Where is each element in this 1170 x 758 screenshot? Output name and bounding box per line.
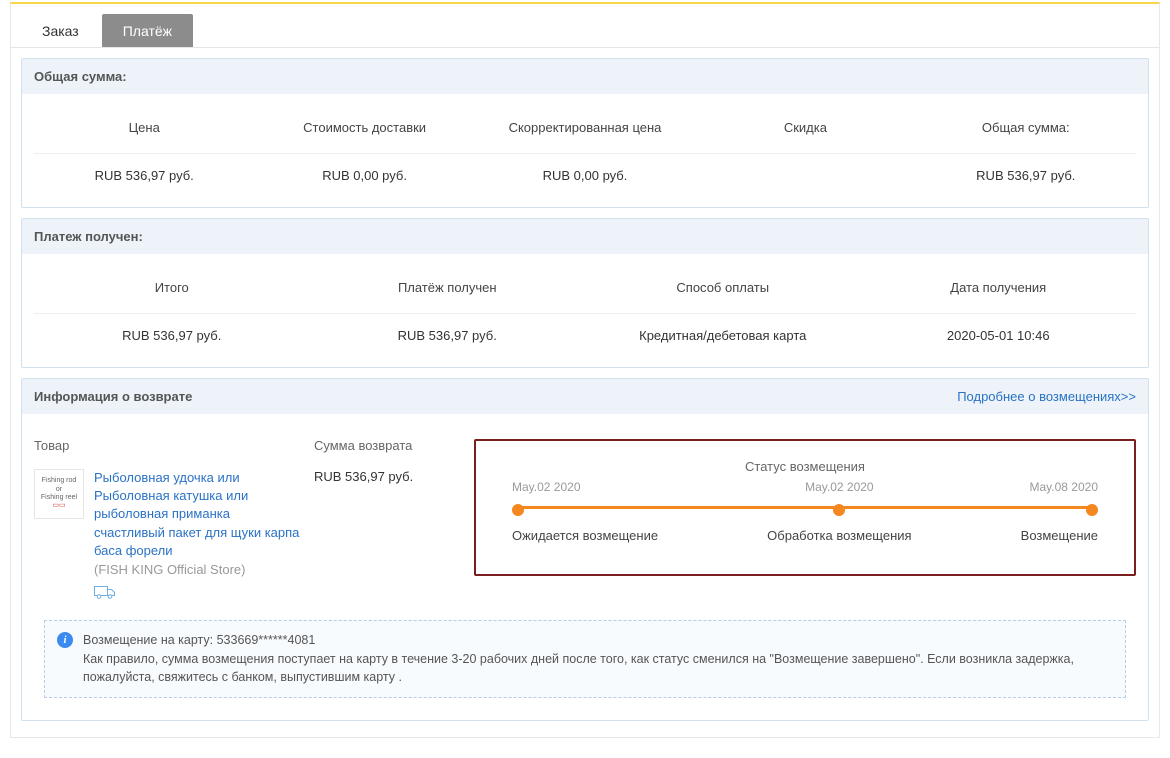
td-r-method: Кредитная/дебетовая карта	[585, 313, 861, 349]
refund-status-frame: Статус возмещения May.02 2020 Ожидается …	[474, 439, 1136, 576]
th-adj: Скорректированная цена	[475, 112, 695, 149]
product-thumb[interactable]: Fishing rod or Fishing reel ▭▭	[34, 469, 84, 519]
td-ship: RUB 0,00 руб.	[254, 153, 474, 189]
panel-total-header: Общая сумма:	[22, 59, 1148, 94]
truck-icon[interactable]	[94, 585, 304, 602]
refund-more-link[interactable]: Подробнее о возмещениях>>	[957, 389, 1136, 404]
th-r-total: Итого	[34, 272, 310, 309]
rh-amount: Сумма возврата	[314, 438, 474, 453]
td-total: RUB 536,97 руб.	[916, 153, 1136, 189]
step-1: May.02 2020 Ожидается возмещение	[512, 480, 658, 543]
refund-amount: RUB 536,97 руб.	[314, 469, 474, 484]
th-disc: Скидка	[695, 112, 915, 149]
info-icon: i	[57, 632, 73, 648]
panel-refund: Информация о возврате Подробнее о возмещ…	[21, 378, 1149, 721]
refund-notice: i Возмещение на карту: 533669******4081 …	[44, 620, 1126, 698]
step-3: May.08 2020 Возмещение	[1021, 480, 1098, 543]
td-r-recv: RUB 536,97 руб.	[310, 313, 586, 349]
panel-refund-header: Информация о возврате	[34, 389, 192, 404]
panel-received-header: Платеж получен:	[22, 219, 1148, 254]
panel-total: Общая сумма: Цена Стоимость доставки Ско…	[21, 58, 1149, 208]
th-r-recv: Платёж получен	[310, 272, 586, 309]
th-r-method: Способ оплаты	[585, 272, 861, 309]
rh-product: Товар	[34, 438, 314, 453]
product-title-link[interactable]: Рыболовная удочка или Рыболовная катушка…	[94, 469, 304, 560]
td-adj: RUB 0,00 руб.	[475, 153, 695, 189]
th-price: Цена	[34, 112, 254, 149]
step-2: May.02 2020 Обработка возмещения	[767, 480, 911, 543]
td-r-total: RUB 536,97 руб.	[34, 313, 310, 349]
dot-icon	[833, 504, 845, 516]
tab-payment[interactable]: Платёж	[102, 14, 193, 47]
td-disc	[695, 153, 915, 189]
panel-received: Платеж получен: Итого Платёж получен Спо…	[21, 218, 1149, 368]
dot-icon	[1086, 504, 1098, 516]
dot-icon	[512, 504, 524, 516]
notice-line1: Возмещение на карту: 533669******4081	[83, 631, 1113, 650]
td-r-date: 2020-05-01 10:46	[861, 313, 1137, 349]
product-store: (FISH KING Official Store)	[94, 562, 304, 577]
rh-status: Статус возмещения	[512, 459, 1098, 474]
th-total: Общая сумма:	[916, 112, 1136, 149]
td-price: RUB 536,97 руб.	[34, 153, 254, 189]
tab-order[interactable]: Заказ	[21, 14, 100, 47]
th-r-date: Дата получения	[861, 272, 1137, 309]
notice-line2: Как правило, сумма возмещения поступает …	[83, 650, 1113, 688]
th-ship: Стоимость доставки	[254, 112, 474, 149]
tabs: Заказ Платёж	[11, 4, 1159, 48]
